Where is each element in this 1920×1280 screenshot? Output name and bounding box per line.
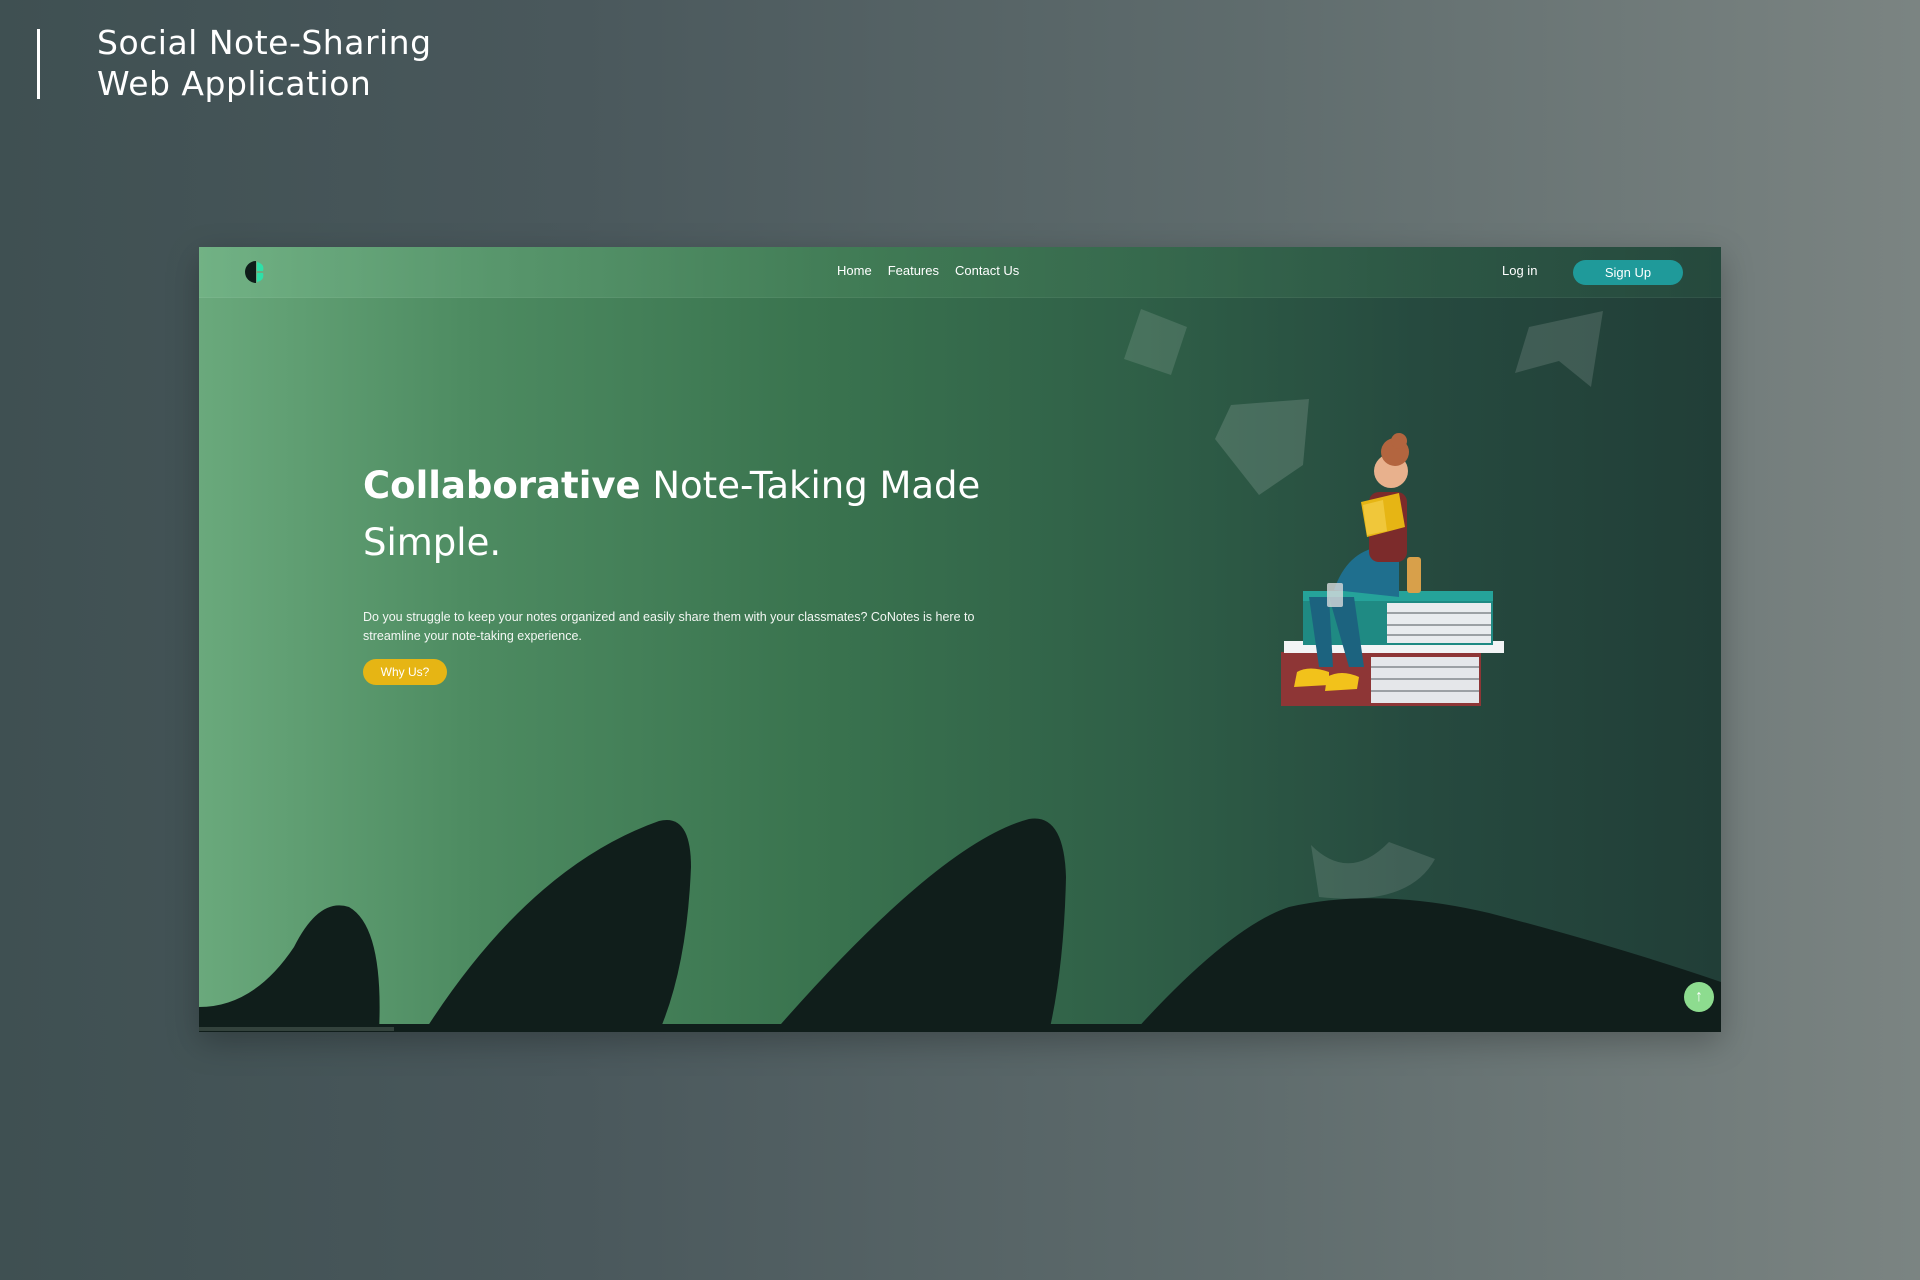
presentation-title-line2: Web Application <box>97 64 372 103</box>
hero-headline: Collaborative Note-Taking Made Simple. <box>363 457 1003 571</box>
dark-wave <box>424 819 691 1032</box>
floating-paper <box>1311 842 1435 899</box>
nav-link-features[interactable]: Features <box>888 263 939 278</box>
signup-button[interactable]: Sign Up <box>1573 260 1683 285</box>
floating-paper <box>1515 311 1603 387</box>
dark-wave <box>774 818 1066 1032</box>
website-screenshot: Home Features Contact Us Log in Sign Up … <box>199 247 1721 1032</box>
nav-link-home[interactable]: Home <box>837 263 872 278</box>
scroll-progress-bar <box>199 1027 394 1031</box>
why-us-button[interactable]: Why Us? <box>363 659 447 685</box>
hero-headline-strong: Collaborative <box>363 464 641 507</box>
dark-wave <box>199 905 380 1032</box>
scroll-to-top-icon[interactable]: ↑ <box>1684 982 1714 1012</box>
presentation-accent-bar <box>37 29 40 99</box>
nav-link-contact-us[interactable]: Contact Us <box>955 263 1019 278</box>
presentation-title: Social Note-Sharing Web Application <box>97 22 432 104</box>
nav-links: Home Features Contact Us <box>837 263 1019 278</box>
conotes-logo-icon[interactable] <box>245 260 267 284</box>
site-navbar: Home Features Contact Us Log in Sign Up <box>199 247 1721 298</box>
floating-paper <box>1215 399 1309 495</box>
floating-paper <box>1124 309 1187 375</box>
dark-wave <box>1134 898 1721 1032</box>
hero-description: Do you struggle to keep your notes organ… <box>363 609 975 643</box>
presentation-title-line1: Social Note-Sharing <box>97 23 432 62</box>
login-link[interactable]: Log in <box>1502 263 1537 278</box>
